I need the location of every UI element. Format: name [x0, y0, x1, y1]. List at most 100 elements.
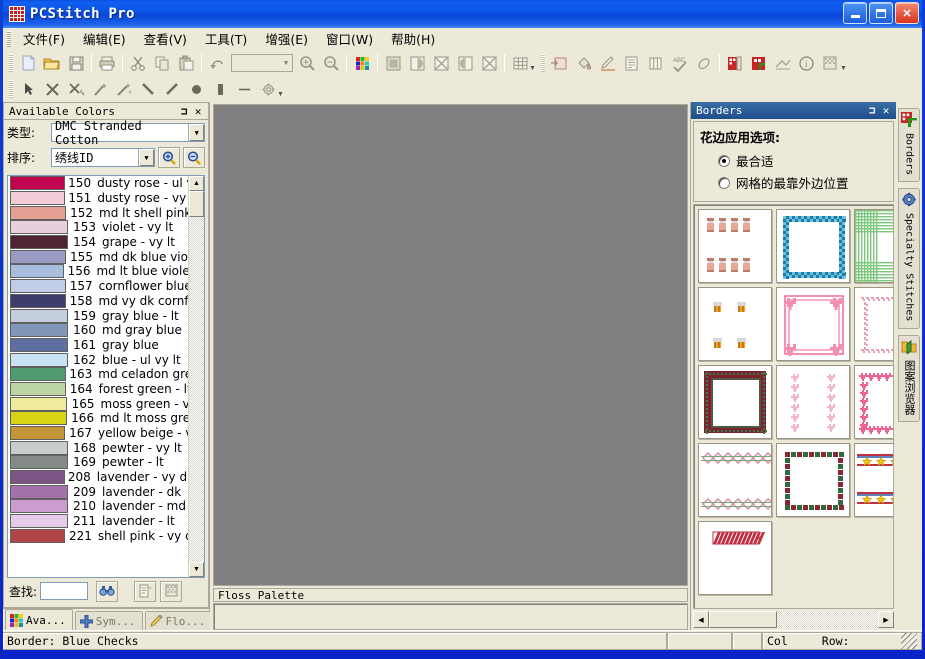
spellcheck-icon[interactable]: ABC: [669, 52, 691, 74]
pin-icon[interactable]: ⊐: [177, 104, 191, 118]
border-candles[interactable]: [698, 209, 772, 283]
full-stitch-icon[interactable]: [382, 52, 404, 74]
color-row[interactable]: 209 lavender - dk: [8, 484, 188, 499]
zoom-in-icon[interactable]: [158, 147, 180, 168]
menu-help[interactable]: 帮助(H): [382, 27, 444, 50]
border-pink-scroll[interactable]: [854, 287, 893, 361]
diagonal-icon[interactable]: [161, 78, 183, 100]
border-baskets[interactable]: [698, 287, 772, 361]
close-button[interactable]: ✕: [895, 2, 919, 24]
chevron-down-icon[interactable]: ▼: [280, 55, 292, 71]
color-row[interactable]: 165 moss green - v: [8, 396, 188, 411]
color-row[interactable]: 161 gray blue: [8, 337, 188, 353]
borders-icon[interactable]: [748, 52, 770, 74]
menu-view[interactable]: 查看(V): [135, 27, 196, 50]
copy-icon[interactable]: [151, 52, 173, 74]
scroll-down-button[interactable]: ▼: [189, 562, 204, 577]
color-row[interactable]: 168 pewter - vy lt: [8, 440, 188, 455]
hscroll-thumb[interactable]: [709, 611, 777, 628]
zoom-out-icon[interactable]: [183, 147, 205, 168]
color-row[interactable]: 162 blue - ul vy lt: [8, 352, 188, 367]
vtab-pattern-browser[interactable]: 图案浏览器: [898, 334, 920, 422]
chevron-down-icon[interactable]: ▼: [188, 124, 204, 141]
color-row[interactable]: 208 lavender - vy dk: [8, 470, 188, 485]
sort-combo[interactable]: 绣线ID ▼: [51, 148, 155, 167]
border-pink-hearts-frame[interactable]: [776, 287, 850, 361]
design-canvas[interactable]: [213, 104, 688, 586]
color-row[interactable]: 151 dusty rose - vy l: [8, 191, 188, 206]
color-row[interactable]: 164 forest green - lt: [8, 381, 188, 397]
import-icon[interactable]: [549, 52, 571, 74]
dash-icon[interactable]: [233, 78, 255, 100]
list-icon[interactable]: [134, 580, 157, 602]
scroll-thumb[interactable]: [189, 191, 204, 217]
color-row[interactable]: 156 md lt blue violet: [8, 264, 188, 279]
color-row[interactable]: 163 md celadon gre: [8, 367, 188, 382]
menu-window[interactable]: 窗口(W): [317, 27, 382, 50]
color-list-scrollbar[interactable]: ▲ ▼: [188, 176, 204, 577]
border-diamond-band[interactable]: [698, 443, 772, 517]
chevron-down-icon[interactable]: ▼: [138, 149, 154, 166]
maximize-button[interactable]: [869, 2, 893, 24]
scroll-track[interactable]: [189, 217, 204, 562]
grid-icon[interactable]: [160, 580, 183, 602]
line-icon[interactable]: [137, 78, 159, 100]
resize-grip[interactable]: [901, 632, 917, 649]
scroll-left-button[interactable]: ◀: [693, 611, 709, 628]
magic-wand-icon[interactable]: [113, 78, 135, 100]
color-row[interactable]: 154 grape - vy lt: [8, 235, 188, 250]
open-icon[interactable]: [41, 52, 63, 74]
menu-grip[interactable]: [7, 30, 11, 47]
columns-icon[interactable]: [645, 52, 667, 74]
color-row[interactable]: 166 md lt moss gre: [8, 411, 188, 426]
quarter-stitch-icon[interactable]: [454, 52, 476, 74]
paste-icon[interactable]: [175, 52, 197, 74]
color-list[interactable]: 150 dusty rose - ul v 151 dusty rose - vy l…: [7, 175, 205, 578]
ellipse-icon[interactable]: [185, 78, 207, 100]
gear-icon[interactable]: [257, 78, 279, 100]
save-icon[interactable]: [65, 52, 87, 74]
pencil-icon[interactable]: [597, 52, 619, 74]
close-icon[interactable]: ✕: [879, 104, 893, 118]
color-row[interactable]: 152 md lt shell pink: [8, 205, 188, 220]
find-input[interactable]: [40, 582, 89, 600]
print-icon[interactable]: [96, 52, 118, 74]
minimize-button[interactable]: [843, 2, 867, 24]
pattern-icon[interactable]: [724, 52, 746, 74]
cross-stitch-icon[interactable]: [430, 52, 452, 74]
fill-icon[interactable]: [573, 52, 595, 74]
color-row[interactable]: 150 dusty rose - ul v: [8, 176, 188, 191]
color-row[interactable]: 160 md gray blue: [8, 323, 188, 338]
menu-edit[interactable]: 编辑(E): [74, 27, 135, 50]
chart-icon[interactable]: [820, 52, 842, 74]
tools-toolbar-grip[interactable]: [9, 80, 13, 98]
type-combo[interactable]: DMC Stranded Cotton ▼: [51, 119, 205, 147]
toolbar-grip[interactable]: [540, 54, 545, 72]
rectangle-icon[interactable]: [209, 78, 231, 100]
delete-icon[interactable]: [41, 78, 63, 100]
color-row[interactable]: 167 yellow beige - v: [8, 426, 188, 441]
border-pink-heart-wave[interactable]: [854, 365, 893, 439]
radio-outermost-grid[interactable]: 网格的最靠外边位置: [718, 173, 887, 192]
toolbar-grip[interactable]: [9, 54, 13, 72]
menu-enhance[interactable]: 增强(E): [256, 27, 317, 50]
color-row[interactable]: 210 lavender - md: [8, 499, 188, 514]
color-row[interactable]: 159 gray blue - lt: [8, 308, 188, 323]
palette-icon[interactable]: [351, 52, 373, 74]
color-row[interactable]: 169 pewter - lt: [8, 455, 188, 470]
border-candy-stripe[interactable]: [698, 521, 772, 595]
tab-floss[interactable]: Flo...: [144, 611, 213, 630]
border-green-plaid[interactable]: [854, 209, 893, 283]
borders-hscrollbar[interactable]: ◀ ▶: [693, 611, 894, 628]
print-preview-icon[interactable]: [772, 52, 794, 74]
zoom-combo[interactable]: ▼: [231, 54, 293, 72]
border-pink-hearts-column[interactable]: [776, 365, 850, 439]
color-row[interactable]: 157 cornflower blue: [8, 279, 188, 294]
color-row[interactable]: 155 md dk blue viol: [8, 249, 188, 264]
info-icon[interactable]: i: [796, 52, 818, 74]
vtab-borders[interactable]: Borders: [898, 108, 920, 183]
wand-icon[interactable]: [89, 78, 111, 100]
vtab-specialty-stitches[interactable]: Specialty Stitches: [898, 188, 920, 329]
zoom-in-icon[interactable]: [296, 52, 318, 74]
eraser-icon[interactable]: [693, 52, 715, 74]
